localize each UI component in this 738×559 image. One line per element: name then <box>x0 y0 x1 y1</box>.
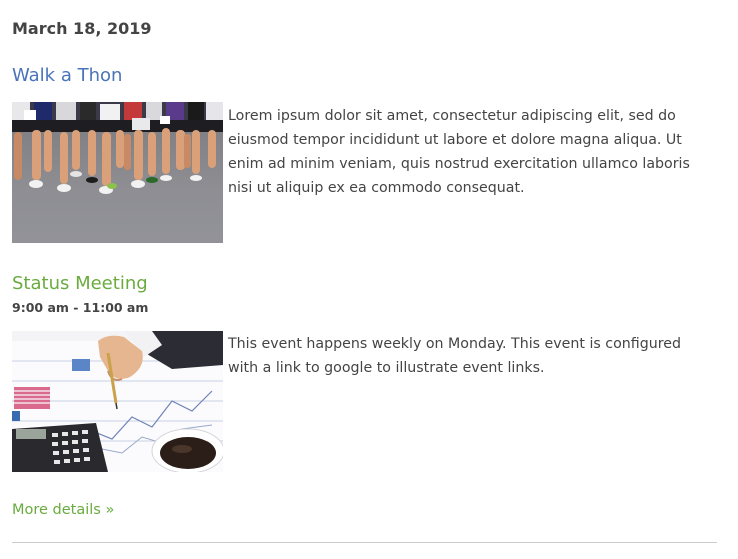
marathon-runners-photo <box>12 102 223 243</box>
divider <box>12 542 717 543</box>
business-paperwork-photo <box>12 331 223 472</box>
more-details-link[interactable]: More details » <box>12 499 114 521</box>
event-title-walk-a-thon[interactable]: Walk a Thon <box>12 64 122 88</box>
event-description-status-meeting: This event happens weekly on Monday. Thi… <box>228 336 681 376</box>
event-image-meeting[interactable] <box>12 331 223 472</box>
event-title-status-meeting[interactable]: Status Meeting <box>12 272 148 296</box>
date-heading: March 18, 2019 <box>12 19 152 38</box>
event-description-walk-a-thon: Lorem ipsum dolor sit amet, consectetur … <box>228 108 690 196</box>
event-time: 9:00 am - 11:00 am <box>12 300 149 315</box>
event-image-marathon[interactable] <box>12 102 223 243</box>
